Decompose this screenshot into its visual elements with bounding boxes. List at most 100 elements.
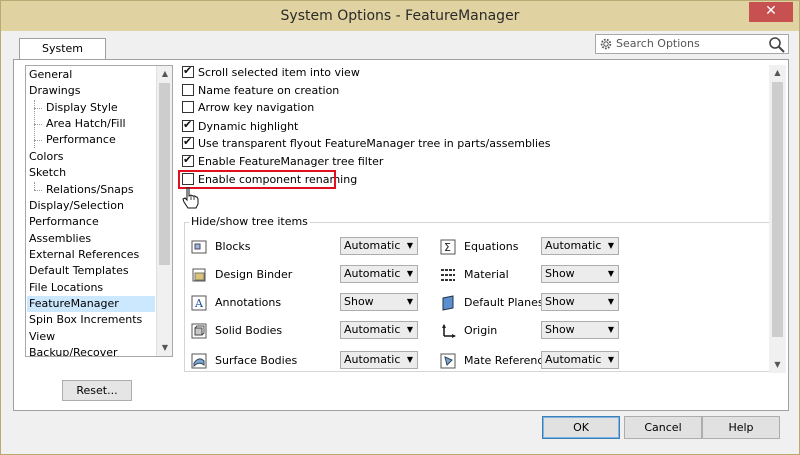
surface-bodies-dropdown[interactable]: Automatic ▼ xyxy=(340,351,418,369)
blocks-icon xyxy=(191,240,207,254)
chevron-down-icon: ▼ xyxy=(406,241,413,250)
category-item-relations-snaps[interactable]: Relations/Snaps xyxy=(46,182,134,198)
tree-item-label: Annotations xyxy=(215,296,282,309)
option-label: Dynamic highlight xyxy=(198,120,299,133)
search-placeholder: Search Options xyxy=(616,37,700,50)
surface-bodies-icon xyxy=(191,353,207,369)
category-item-general[interactable]: General xyxy=(29,67,72,83)
category-tree[interactable]: General Drawings Display Style Area Hatc… xyxy=(25,65,173,357)
tree-item-label: Blocks xyxy=(215,240,251,253)
chevron-down-icon: ▼ xyxy=(607,355,614,364)
category-item-drawings-performance[interactable]: Performance xyxy=(46,132,116,148)
option-arrow-key-navigation[interactable]: Arrow key navigation xyxy=(182,101,314,117)
option-dynamic-highlight[interactable]: Dynamic highlight xyxy=(182,118,299,136)
chevron-down-icon: ▼ xyxy=(406,297,413,306)
chevron-down-icon: ▼ xyxy=(406,269,413,278)
category-item-featuremanager[interactable]: FeatureManager xyxy=(27,296,155,312)
group-title: Hide/show tree items xyxy=(189,215,310,228)
equations-icon: Σ xyxy=(440,239,456,255)
default-planes-dropdown[interactable]: Show ▼ xyxy=(541,293,619,311)
chevron-down-icon: ▼ xyxy=(406,325,413,334)
category-item-default-templates[interactable]: Default Templates xyxy=(29,263,129,279)
checkbox-checked[interactable] xyxy=(182,153,194,167)
tree-item-label: Default Planes xyxy=(464,296,544,309)
dropdown-value: Automatic xyxy=(545,239,602,252)
window-title: System Options - FeatureManager xyxy=(280,8,520,24)
category-item-spin-box-increments[interactable]: Spin Box Increments xyxy=(29,312,142,328)
solid-bodies-icon xyxy=(191,323,207,339)
dropdown-value: Show xyxy=(545,267,575,280)
category-item-performance[interactable]: Performance xyxy=(29,214,99,230)
reset-button[interactable]: Reset... xyxy=(62,380,132,401)
annotations-dropdown[interactable]: Show ▼ xyxy=(340,293,418,311)
design-binder-dropdown[interactable]: Automatic ▼ xyxy=(340,265,418,283)
category-scrollbar[interactable]: ▲ ▼ xyxy=(156,66,172,356)
dropdown-value: Show xyxy=(545,323,575,336)
option-name-feature-on-creation[interactable]: Name feature on creation xyxy=(182,84,339,100)
blocks-dropdown[interactable]: Automatic ▼ xyxy=(340,237,418,255)
option-label: Enable FeatureManager tree filter xyxy=(198,155,384,168)
option-label: Name feature on creation xyxy=(198,84,340,97)
scroll-up-arrow-icon[interactable]: ▲ xyxy=(157,66,172,82)
category-item-file-locations[interactable]: File Locations xyxy=(29,280,103,296)
category-item-backup-recover[interactable]: Backup/Recover xyxy=(29,345,118,356)
tree-item-label: Design Binder xyxy=(215,268,293,281)
category-item-view[interactable]: View xyxy=(29,329,55,345)
gear-icon xyxy=(600,38,612,50)
category-item-display-selection[interactable]: Display/Selection xyxy=(29,198,124,214)
tree-item-label: Surface Bodies xyxy=(215,354,298,367)
title-bar: System Options - FeatureManager ✕ xyxy=(1,1,799,31)
category-item-colors[interactable]: Colors xyxy=(29,149,63,165)
category-item-drawings[interactable]: Drawings xyxy=(29,83,80,99)
dropdown-value: Automatic xyxy=(344,323,401,336)
tab-system-options[interactable]: System Options xyxy=(19,38,106,75)
checkbox-checked[interactable] xyxy=(182,64,194,78)
category-item-assemblies[interactable]: Assemblies xyxy=(29,231,91,247)
scroll-down-arrow-icon[interactable]: ▼ xyxy=(157,340,172,356)
chevron-down-icon: ▼ xyxy=(607,241,614,250)
dropdown-value: Automatic xyxy=(344,239,401,252)
checkbox-unchecked[interactable] xyxy=(182,84,194,96)
dropdown-value: Show xyxy=(545,295,575,308)
close-button[interactable]: ✕ xyxy=(749,2,793,22)
dropdown-value: Automatic xyxy=(344,353,401,366)
category-item-external-references[interactable]: External References xyxy=(29,247,139,263)
option-scroll-selected-item[interactable]: Scroll selected item into view xyxy=(182,64,360,82)
checkbox-checked[interactable] xyxy=(182,135,194,149)
option-label: Scroll selected item into view xyxy=(198,66,360,79)
ok-button[interactable]: OK xyxy=(542,416,620,439)
help-button[interactable]: Help xyxy=(702,416,780,439)
checkbox-checked[interactable] xyxy=(182,118,194,132)
origin-dropdown[interactable]: Show ▼ xyxy=(541,321,619,339)
svg-text:A: A xyxy=(194,297,204,310)
search-icon[interactable] xyxy=(768,36,786,54)
option-tree-filter[interactable]: Enable FeatureManager tree filter xyxy=(182,153,384,171)
option-transparent-flyout[interactable]: Use transparent flyout FeatureManager tr… xyxy=(182,135,551,153)
search-options-box[interactable]: Search Options xyxy=(595,34,789,54)
material-dropdown[interactable]: Show ▼ xyxy=(541,265,619,283)
category-scroll-thumb[interactable] xyxy=(159,83,170,265)
checkbox-unchecked[interactable] xyxy=(182,101,194,113)
scroll-down-arrow-icon[interactable]: ▼ xyxy=(769,357,786,373)
category-item-display-style[interactable]: Display Style xyxy=(46,100,118,116)
tree-item-label: Material xyxy=(464,268,509,281)
equations-dropdown[interactable]: Automatic ▼ xyxy=(541,237,619,255)
category-item-area-hatch-fill[interactable]: Area Hatch/Fill xyxy=(46,116,126,132)
cancel-button[interactable]: Cancel xyxy=(624,416,702,439)
solid-bodies-dropdown[interactable]: Automatic ▼ xyxy=(340,321,418,339)
mate-references-dropdown[interactable]: Automatic ▼ xyxy=(541,351,619,369)
mate-references-icon xyxy=(440,353,456,369)
option-label: Arrow key navigation xyxy=(198,101,315,114)
options-scroll-thumb[interactable] xyxy=(772,82,783,337)
highlight-annotation-box xyxy=(178,170,336,189)
scroll-up-arrow-icon[interactable]: ▲ xyxy=(769,65,786,81)
tree-item-label: Equations xyxy=(464,240,519,253)
design-binder-icon xyxy=(192,268,206,282)
chevron-down-icon: ▼ xyxy=(607,269,614,278)
dropdown-value: Automatic xyxy=(344,267,401,280)
chevron-down-icon: ▼ xyxy=(607,297,614,306)
category-item-sketch[interactable]: Sketch xyxy=(29,165,66,181)
material-icon xyxy=(441,269,455,281)
chevron-down-icon: ▼ xyxy=(406,355,413,364)
options-scrollbar[interactable]: ▲ ▼ xyxy=(769,65,786,373)
